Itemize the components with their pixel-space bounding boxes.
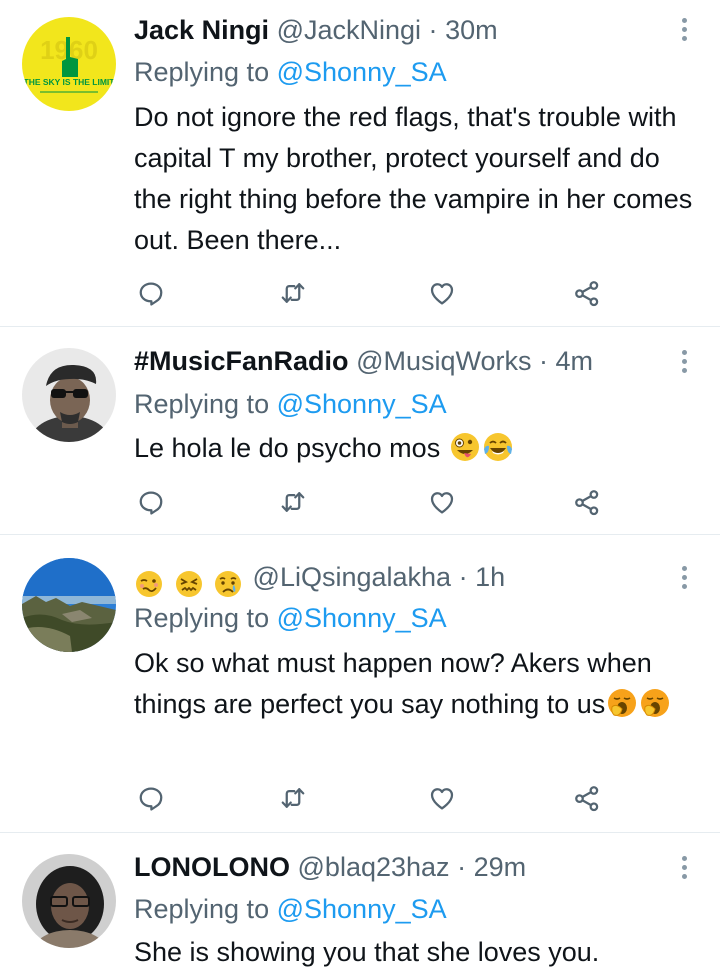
replying-to: Replying to @Shonny_SA: [134, 386, 447, 422]
timestamp[interactable]: 29m: [474, 852, 527, 882]
reply-feed: 1960 THE SKY IS THE LIMIT Jack Ningi @Ja…: [0, 0, 720, 969]
like-icon[interactable]: [427, 487, 457, 517]
landscape-photo-avatar: [22, 558, 116, 652]
separator-dot: ·: [457, 852, 467, 882]
yawning-face-emoji: [638, 687, 671, 731]
yawning-face-emoji: [605, 687, 638, 731]
more-options-icon[interactable]: [676, 14, 692, 44]
like-icon[interactable]: [427, 783, 457, 813]
more-options-icon[interactable]: [676, 852, 692, 882]
tweet-text-content: Ok so what must happen now? Akers when t…: [134, 648, 652, 719]
replying-to-label: Replying to: [134, 389, 270, 419]
tweet-text: Le hola le do psycho mos: [134, 428, 704, 475]
avatar[interactable]: [22, 558, 116, 652]
display-name[interactable]: Jack Ningi: [134, 15, 269, 45]
reply-icon[interactable]: [136, 278, 166, 308]
more-options-icon[interactable]: [676, 562, 692, 592]
retweet-icon[interactable]: [278, 487, 308, 517]
timestamp[interactable]: 1h: [475, 562, 505, 592]
mention-link[interactable]: @Shonny_SA: [277, 389, 447, 419]
display-name-emojis[interactable]: [134, 564, 245, 600]
confounded-face-emoji: [175, 570, 202, 597]
tweet-actions: [134, 783, 614, 813]
tweet-actions: [134, 487, 614, 517]
svg-text:THE SKY IS THE LIMIT: THE SKY IS THE LIMIT: [24, 77, 116, 87]
retweet-icon[interactable]: [278, 783, 308, 813]
separator-dot: ·: [539, 346, 549, 376]
replying-to-label: Replying to: [134, 603, 270, 633]
tweet-header: @LiQsingalakha · 1h: [134, 559, 505, 597]
avatar[interactable]: [22, 854, 116, 948]
timestamp[interactable]: 30m: [445, 15, 498, 45]
tears-of-joy-emoji: [481, 431, 514, 475]
tweet-text: She is showing you that she loves you.: [134, 937, 600, 967]
display-name[interactable]: LONOLONO: [134, 852, 290, 882]
display-name[interactable]: #MusicFanRadio: [134, 346, 349, 376]
tweet-header: LONOLONO @blaq23haz · 29m: [134, 849, 526, 885]
sky-limit-logo-avatar: 1960 THE SKY IS THE LIMIT: [22, 17, 116, 111]
separator-dot: ·: [428, 15, 438, 45]
mention-link[interactable]: @Shonny_SA: [277, 894, 447, 924]
reply-icon[interactable]: [136, 783, 166, 813]
timestamp[interactable]: 4m: [556, 346, 594, 376]
avatar[interactable]: 1960 THE SKY IS THE LIMIT: [22, 17, 116, 111]
reply-icon[interactable]: [136, 487, 166, 517]
share-icon[interactable]: [572, 278, 602, 308]
replying-to: Replying to @Shonny_SA: [134, 54, 447, 90]
mention-link[interactable]: @Shonny_SA: [277, 57, 447, 87]
replying-to-label: Replying to: [134, 57, 270, 87]
crying-face-emoji: [215, 570, 242, 597]
replying-to-label: Replying to: [134, 894, 270, 924]
more-options-icon[interactable]: [676, 346, 692, 376]
retweet-icon[interactable]: [278, 278, 308, 308]
mention-link[interactable]: @Shonny_SA: [277, 603, 447, 633]
tweet-text-content: Le hola le do psycho mos: [134, 433, 441, 463]
user-handle[interactable]: @blaq23haz: [298, 852, 450, 882]
tweet-header: Jack Ningi @JackNingi · 30m: [134, 12, 498, 48]
separator-dot: ·: [458, 562, 468, 592]
tweet-header: #MusicFanRadio @MusiqWorks · 4m: [134, 343, 593, 379]
zany-face-emoji: [448, 431, 481, 475]
like-icon[interactable]: [427, 278, 457, 308]
user-handle[interactable]: @MusiqWorks: [356, 346, 531, 376]
tweet[interactable]: 1960 THE SKY IS THE LIMIT Jack Ningi @Ja…: [0, 0, 720, 327]
replying-to: Replying to @Shonny_SA: [134, 600, 447, 636]
tweet-actions: [134, 278, 614, 308]
tweet-text: Ok so what must happen now? Akers when t…: [134, 643, 704, 731]
woozy-face-emoji: [136, 570, 162, 597]
replying-to: Replying to @Shonny_SA: [134, 891, 447, 927]
tweet[interactable]: #MusicFanRadio @MusiqWorks · 4m Replying…: [0, 327, 720, 535]
tweet-text: Do not ignore the red flags, that's trou…: [134, 102, 693, 255]
user-handle[interactable]: @JackNingi: [277, 15, 421, 45]
share-icon[interactable]: [572, 783, 602, 813]
user-photo-avatar: [22, 854, 116, 948]
avatar[interactable]: [22, 348, 116, 442]
tweet[interactable]: @LiQsingalakha · 1h Replying to @Shonny_…: [0, 535, 720, 833]
share-icon[interactable]: [572, 487, 602, 517]
user-handle[interactable]: @LiQsingalakha: [253, 562, 452, 592]
tweet[interactable]: LONOLONO @blaq23haz · 29m Replying to @S…: [0, 833, 720, 969]
user-photo-avatar: [22, 348, 116, 442]
